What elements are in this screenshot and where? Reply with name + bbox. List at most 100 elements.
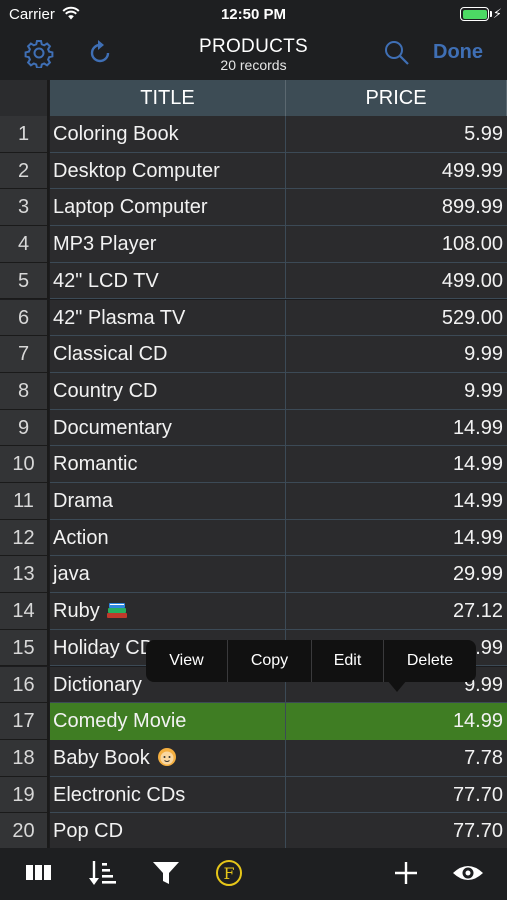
row-number[interactable]: 18 <box>0 739 49 777</box>
title-cell[interactable]: Coloring Book <box>50 116 286 153</box>
table-row[interactable]: 1 Coloring Book 5.99 <box>0 116 507 153</box>
table-row[interactable]: 5 42" LCD TV 499.00 <box>0 262 507 300</box>
row-number[interactable]: 10 <box>0 446 49 483</box>
row-number[interactable]: 7 <box>0 336 49 373</box>
table-row[interactable]: 13 java 29.99 <box>0 556 507 594</box>
title-text: Ruby <box>53 600 100 623</box>
price-cell[interactable]: 899.99 <box>286 189 507 227</box>
context-edit-button[interactable]: Edit <box>312 640 383 682</box>
title-cell[interactable]: Documentary <box>50 409 286 447</box>
title-text: Baby Book <box>53 746 150 769</box>
table-row[interactable]: 7 Classical CD 9.99 <box>0 336 507 373</box>
price-cell[interactable]: 499.99 <box>286 152 507 190</box>
column-header-row: TITLE PRICE <box>0 80 507 116</box>
row-number[interactable]: 2 <box>0 152 49 190</box>
price-cell[interactable]: 108.00 <box>286 226 507 263</box>
title-cell[interactable]: Romantic <box>50 446 286 483</box>
price-cell[interactable]: 27.12 <box>286 593 507 630</box>
row-number[interactable]: 1 <box>0 116 49 153</box>
price-cell[interactable]: 499.00 <box>286 262 507 300</box>
title-cell[interactable]: Pop CD <box>50 813 286 850</box>
table-row[interactable]: 4 MP3 Player 108.00 <box>0 226 507 263</box>
table-row[interactable]: 12 Action 14.99 <box>0 519 507 557</box>
table-row[interactable]: 2 Desktop Computer 499.99 <box>0 152 507 190</box>
row-number[interactable]: 6 <box>0 299 49 337</box>
context-delete-button[interactable]: Delete <box>384 640 476 682</box>
row-number[interactable]: 16 <box>0 666 49 704</box>
price-cell[interactable]: 9.99 <box>286 336 507 373</box>
column-header-price[interactable]: PRICE <box>286 80 507 116</box>
row-number[interactable]: 9 <box>0 409 49 447</box>
column-header-title[interactable]: TITLE <box>50 80 286 116</box>
row-number[interactable]: 8 <box>0 372 49 410</box>
title-cell[interactable]: Desktop Computer <box>50 152 286 190</box>
table-row[interactable]: 3 Laptop Computer 899.99 <box>0 189 507 227</box>
title-cell[interactable]: Electronic CDs <box>50 776 286 814</box>
title-text: MP3 Player <box>53 233 157 256</box>
table-row[interactable]: 18 Baby Book 7.78 <box>0 739 507 777</box>
table-row[interactable]: 8 Country CD 9.99 <box>0 372 507 410</box>
table-row[interactable]: 10 Romantic 14.99 <box>0 446 507 483</box>
table-row[interactable]: 6 42" Plasma TV 529.00 <box>0 299 507 337</box>
price-cell[interactable]: 14.99 <box>286 483 507 520</box>
price-cell[interactable]: 14.99 <box>286 409 507 447</box>
title-cell[interactable]: java <box>50 556 286 594</box>
row-number[interactable]: 12 <box>0 519 49 557</box>
title-cell[interactable]: Comedy Movie <box>50 703 286 740</box>
add-icon[interactable] <box>391 858 421 888</box>
books-emoji <box>106 603 127 619</box>
context-view-button[interactable]: View <box>146 640 227 682</box>
baby-face-emoji <box>157 747 176 766</box>
price-cell[interactable]: 529.00 <box>286 299 507 337</box>
filter-icon[interactable] <box>151 858 181 888</box>
price-cell[interactable]: 5.99 <box>286 116 507 153</box>
title-cell[interactable]: Laptop Computer <box>50 189 286 227</box>
done-button[interactable]: Done <box>433 41 483 64</box>
price-cell[interactable]: 14.99 <box>286 519 507 557</box>
price-cell[interactable]: 7.78 <box>286 739 507 777</box>
title-cell[interactable]: Ruby <box>50 593 286 630</box>
title-text: java <box>53 563 90 586</box>
title-cell[interactable]: Country CD <box>50 372 286 410</box>
row-number[interactable]: 20 <box>0 813 49 850</box>
table-row[interactable]: 17 Comedy Movie 14.99 <box>0 703 507 740</box>
price-cell[interactable]: 9.99 <box>286 372 507 410</box>
title-cell[interactable]: Drama <box>50 483 286 520</box>
title-cell[interactable]: Classical CD <box>50 336 286 373</box>
row-number[interactable]: 17 <box>0 703 49 740</box>
row-number[interactable]: 15 <box>0 629 49 667</box>
price-cell[interactable]: 29.99 <box>286 556 507 594</box>
table-row[interactable]: 20 Pop CD 77.70 <box>0 813 507 850</box>
table-row[interactable]: 14 Ruby 27.12 <box>0 593 507 630</box>
columns-icon[interactable] <box>24 858 54 888</box>
eye-icon[interactable] <box>451 858 485 888</box>
row-number[interactable]: 14 <box>0 593 49 630</box>
price-cell[interactable]: 77.70 <box>286 776 507 814</box>
price-cell[interactable]: 77.70 <box>286 813 507 850</box>
row-number[interactable]: 11 <box>0 483 49 520</box>
row-number[interactable]: 19 <box>0 776 49 814</box>
search-icon[interactable] <box>382 38 412 68</box>
table-row[interactable]: 9 Documentary 14.99 <box>0 409 507 447</box>
sort-icon[interactable] <box>88 858 118 888</box>
header-corner[interactable] <box>0 80 49 116</box>
table-row[interactable]: 19 Electronic CDs 77.70 <box>0 776 507 814</box>
title-text: Coloring Book <box>53 123 179 145</box>
price-cell[interactable]: 14.99 <box>286 703 507 740</box>
row-number[interactable]: 3 <box>0 189 49 227</box>
context-copy-button[interactable]: Copy <box>228 640 311 682</box>
title-text: Drama <box>53 490 114 512</box>
navigation-bar: PRODUCTS 20 records Done <box>0 28 507 80</box>
table-row[interactable]: 11 Drama 14.99 <box>0 483 507 520</box>
title-cell[interactable]: 42" LCD TV <box>50 262 286 300</box>
price-cell[interactable]: 14.99 <box>286 446 507 483</box>
title-cell[interactable]: MP3 Player <box>50 226 286 263</box>
title-text: Holiday CD <box>53 636 155 659</box>
title-cell[interactable]: Action <box>50 519 286 557</box>
row-number[interactable]: 13 <box>0 556 49 594</box>
formula-icon[interactable]: F <box>214 858 244 888</box>
title-cell[interactable]: 42" Plasma TV <box>50 299 286 337</box>
row-number[interactable]: 5 <box>0 262 49 300</box>
row-number[interactable]: 4 <box>0 226 49 263</box>
title-cell[interactable]: Baby Book <box>50 739 286 777</box>
